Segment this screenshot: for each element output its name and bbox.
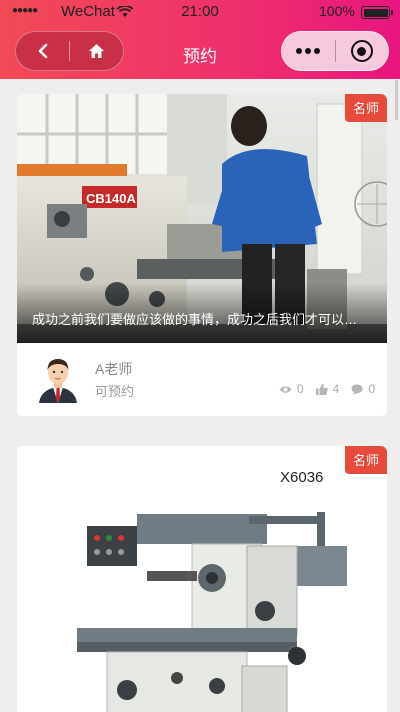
famous-teacher-badge: 名师 <box>344 446 387 474</box>
more-dots-icon <box>296 48 321 54</box>
scrollbar[interactable] <box>395 80 398 120</box>
likes-stat[interactable]: 4 <box>315 382 340 396</box>
battery-percent: 100% <box>319 3 355 19</box>
comments-stat[interactable]: 0 <box>351 382 375 396</box>
more-button[interactable] <box>282 32 335 70</box>
booking-status: 可预约 <box>95 384 135 399</box>
battery-icon <box>361 6 393 19</box>
target-circle-icon <box>350 40 373 62</box>
machine-model-label: X6036 <box>280 469 323 486</box>
course-card[interactable]: CB140A 成功之前我们要做应该做的事情，成功之后我们才可以做喜欢做的事情。 … <box>17 94 387 416</box>
course-caption: 成功之前我们要做应该做的事情，成功之后我们才可以做喜欢做的事情。 <box>32 312 367 327</box>
course-card[interactable]: X6036 名师 <box>17 446 387 712</box>
comment-icon <box>351 384 363 395</box>
milling-machine-photo: X6036 <box>17 446 387 712</box>
views-count: 0 <box>296 382 304 396</box>
svg-text:CB140A: CB140A <box>86 191 136 206</box>
close-button[interactable] <box>336 32 389 70</box>
status-bar: ●●●●● WeChat 21:00 100% <box>0 0 400 24</box>
header-bar: ●●●●● WeChat 21:00 100% 预约 <box>0 0 400 79</box>
course-photo: X6036 名师 <box>17 446 387 712</box>
eye-icon <box>279 385 292 393</box>
comments-count: 0 <box>368 382 375 396</box>
famous-teacher-badge: 名师 <box>344 94 387 122</box>
teacher-row: A老师 可预约 0 4 0 <box>17 343 387 416</box>
course-photo: CB140A 成功之前我们要做应该做的事情，成功之后我们才可以做喜欢做的事情。 … <box>17 94 387 343</box>
stats-row: 0 4 0 <box>279 382 375 396</box>
teacher-name: A老师 <box>95 361 133 377</box>
views-stat: 0 <box>279 382 304 396</box>
likes-count: 4 <box>332 382 340 396</box>
teacher-avatar <box>37 355 79 403</box>
thumbs-up-icon <box>315 383 328 395</box>
mini-program-capsule <box>281 31 389 71</box>
